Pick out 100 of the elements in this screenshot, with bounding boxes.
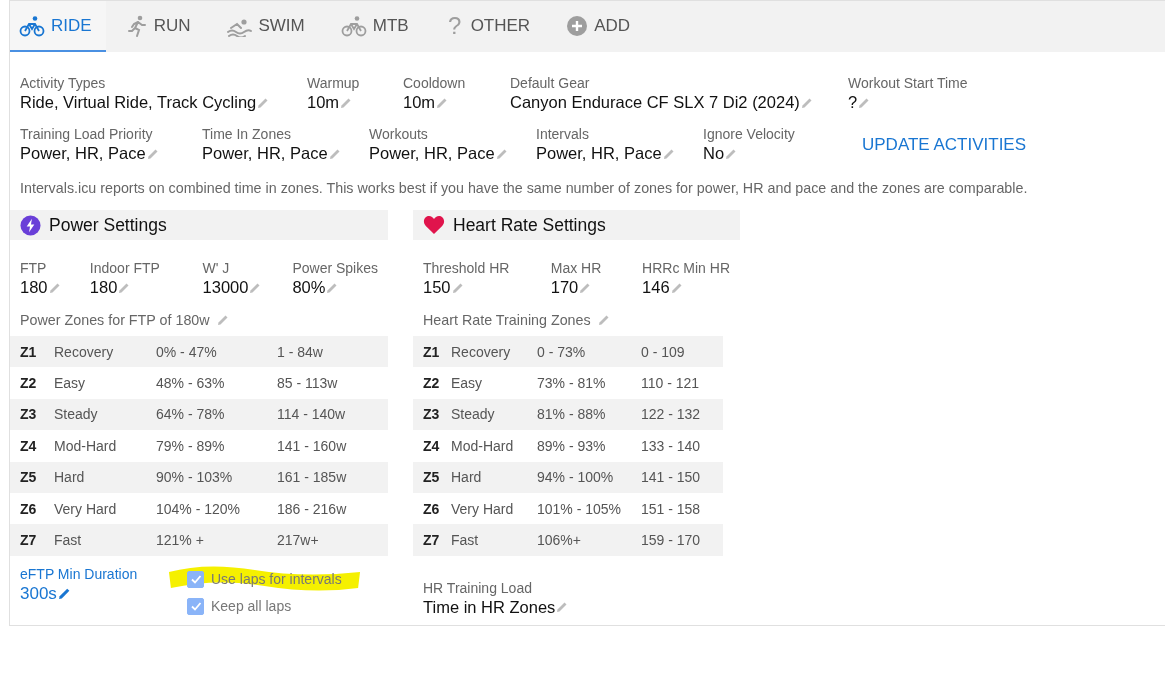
table-cell: 0 - 109 xyxy=(641,336,723,368)
table-cell: 94% - 100% xyxy=(537,461,641,493)
pencil-icon[interactable] xyxy=(146,147,159,160)
table-cell: 48% - 63% xyxy=(156,367,277,399)
table-cell: 159 - 170 xyxy=(641,524,723,556)
pencil-icon[interactable] xyxy=(118,281,131,294)
pencil-icon[interactable] xyxy=(326,281,339,294)
eftp-label[interactable]: eFTP Min Duration xyxy=(20,565,138,582)
table-cell: 114 - 140w xyxy=(277,398,388,431)
table-cell: 133 - 140 xyxy=(641,430,723,462)
field-label: Activity Types xyxy=(20,75,107,91)
table-cell: 89% - 93% xyxy=(537,430,641,462)
section-title: Heart Rate Settings xyxy=(453,214,606,236)
section-title: Power Settings xyxy=(49,214,167,236)
pencil-icon[interactable] xyxy=(48,281,61,294)
table-cell: Z4 xyxy=(413,430,451,462)
field-label: W' J xyxy=(202,260,231,276)
pencil-icon[interactable] xyxy=(800,96,813,109)
pencil-icon[interactable] xyxy=(858,96,871,109)
pencil-icon[interactable] xyxy=(725,147,738,160)
table-cell: 81% - 88% xyxy=(537,398,641,431)
check-icon xyxy=(189,573,202,586)
table-cell: 101% - 105% xyxy=(537,492,641,525)
field-label: HR Training Load xyxy=(423,579,533,596)
eftp-value[interactable]: 300s xyxy=(20,583,57,604)
table-cell: Very Hard xyxy=(451,492,537,525)
pencil-icon[interactable] xyxy=(340,96,353,109)
check-icon xyxy=(189,600,202,613)
table-cell: Easy xyxy=(451,367,537,399)
field-label: Intervals xyxy=(536,126,590,142)
pencil-icon[interactable] xyxy=(556,601,569,614)
table-cell: Very Hard xyxy=(54,492,156,525)
runner-icon xyxy=(127,14,148,37)
zones-title: Power Zones for FTP of 180w xyxy=(20,312,210,328)
checkbox[interactable] xyxy=(187,597,204,615)
field-value: Ride, Virtual Ride, Track Cycling xyxy=(20,93,257,112)
table-cell: 85 - 113w xyxy=(277,367,388,399)
table-cell: Z2 xyxy=(10,367,54,399)
table-cell: 151 - 158 xyxy=(641,492,723,525)
tab[interactable]: MTB xyxy=(331,1,423,52)
tab[interactable]: ADD xyxy=(557,1,645,52)
pencil-icon[interactable] xyxy=(249,281,262,294)
table-cell: Steady xyxy=(54,398,156,431)
table-cell: 106%+ xyxy=(537,524,641,556)
table-cell: Z1 xyxy=(10,336,54,368)
tab[interactable]: ? OTHER xyxy=(435,1,545,52)
pencil-icon[interactable] xyxy=(495,147,508,160)
pencil-icon[interactable] xyxy=(579,281,592,294)
pencil-icon[interactable] xyxy=(451,281,464,294)
pencil-icon[interactable] xyxy=(670,281,683,294)
table-cell: Hard xyxy=(54,461,156,493)
table-cell: Z3 xyxy=(413,398,451,431)
lightning-icon xyxy=(20,214,41,236)
field-label: Ignore Velocity xyxy=(703,126,796,142)
table-cell: Mod-Hard xyxy=(54,430,156,462)
checkbox-label[interactable]: Keep all laps xyxy=(211,598,292,615)
field-label: Power Spikes xyxy=(292,260,378,276)
tab[interactable]: RUN xyxy=(118,1,205,52)
field-value: 170 xyxy=(550,278,579,297)
table-cell: 1 - 84w xyxy=(277,336,388,368)
table-cell: 64% - 78% xyxy=(156,398,277,431)
update-activities-button[interactable]: UPDATE ACTIVITIES xyxy=(862,134,1027,155)
heart-icon xyxy=(423,215,445,235)
table-cell: 0 - 73% xyxy=(537,336,641,368)
field-value: No xyxy=(703,144,725,163)
table-cell: Hard xyxy=(451,461,537,493)
tab[interactable]: SWIM xyxy=(217,1,319,52)
table-cell: Z4 xyxy=(10,430,54,462)
field-value: 13000 xyxy=(202,278,249,297)
table-cell: 186 - 216w xyxy=(277,492,388,525)
table-cell: Fast xyxy=(54,524,156,556)
table-cell: Easy xyxy=(54,367,156,399)
field-value: Power, HR, Pace xyxy=(20,144,146,163)
table-cell: Mod-Hard xyxy=(451,430,537,462)
tab[interactable]: RIDE xyxy=(10,1,106,52)
field-value: ? xyxy=(848,93,858,112)
table-cell: 161 - 185w xyxy=(277,461,388,493)
table-cell: 122 - 132 xyxy=(641,398,723,431)
pencil-icon[interactable] xyxy=(57,587,71,601)
pencil-icon[interactable] xyxy=(216,314,229,326)
info-note: Intervals.icu reports on combined time in zones. This works best if you have the same number of zones for power, HR and pace and the zones are comparable. xyxy=(20,180,1029,196)
field-label: Default Gear xyxy=(510,75,591,91)
pencil-icon[interactable] xyxy=(257,96,270,109)
pencil-icon[interactable] xyxy=(328,147,341,160)
field-value: 150 xyxy=(423,278,451,297)
table-cell: Z7 xyxy=(10,524,54,556)
table-cell: Z1 xyxy=(413,336,451,368)
pencil-icon[interactable] xyxy=(662,147,675,160)
field-label: Threshold HR xyxy=(423,260,511,276)
pencil-icon[interactable] xyxy=(597,314,610,326)
table-cell: 141 - 160w xyxy=(277,430,388,462)
table-cell: Steady xyxy=(451,398,537,431)
table-cell: 90% - 103% xyxy=(156,461,277,493)
field-label: Training Load Priority xyxy=(20,126,154,142)
field-value: 180 xyxy=(89,278,118,297)
field-label: Warmup xyxy=(307,75,361,91)
field-value: Canyon Endurace CF SLX 7 Di2 (2024) xyxy=(510,93,800,112)
field-label: Workouts xyxy=(369,126,429,142)
field-value: Power, HR, Pace xyxy=(202,144,328,163)
pencil-icon[interactable] xyxy=(436,96,449,109)
